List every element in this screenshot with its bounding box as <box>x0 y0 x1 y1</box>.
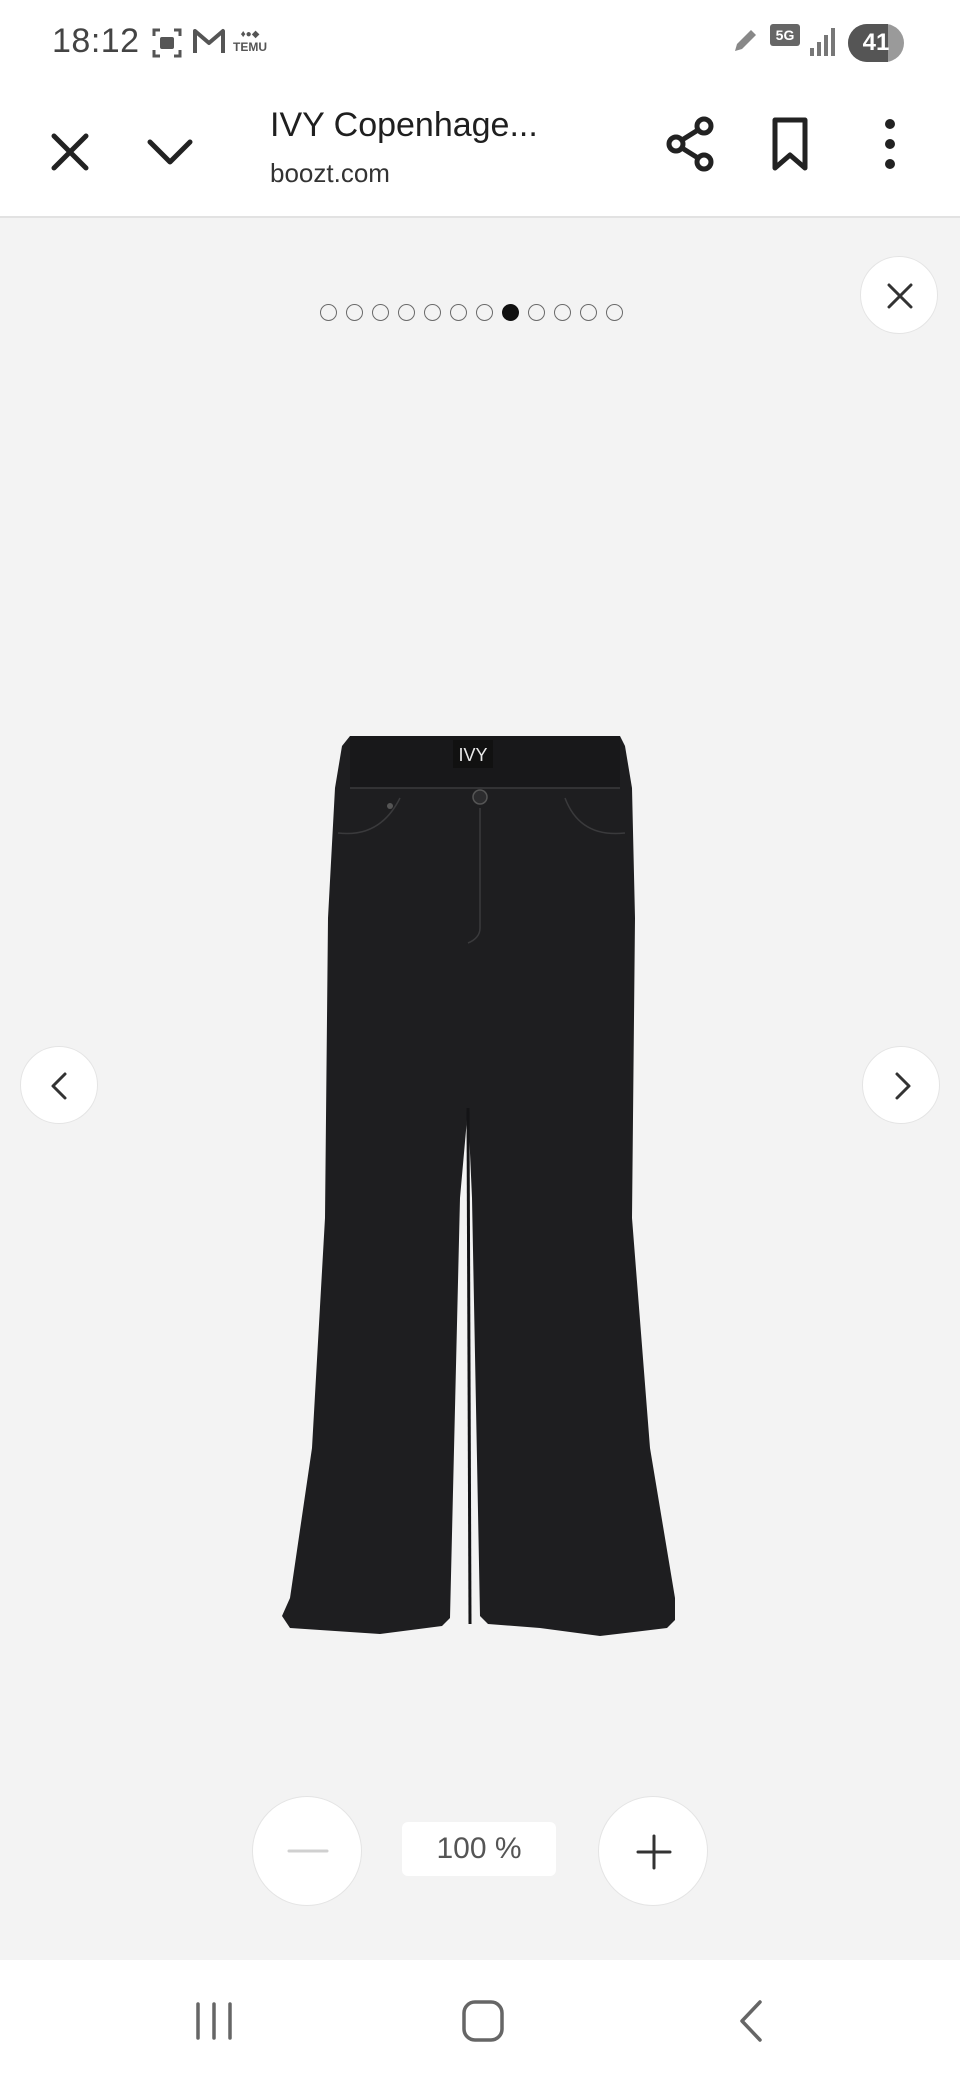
brand-label: IVY <box>458 745 487 765</box>
system-nav-bar <box>0 1960 960 2080</box>
page-title[interactable]: IVY Copenhage... <box>270 106 600 145</box>
next-image-button[interactable] <box>862 1046 940 1124</box>
pagination-dot[interactable] <box>450 304 467 321</box>
zoom-out-button[interactable] <box>252 1796 362 1906</box>
share-icon[interactable] <box>658 112 722 176</box>
screenshot-icon <box>152 28 182 58</box>
previous-image-button[interactable] <box>20 1046 98 1124</box>
bookmark-icon[interactable] <box>758 112 822 176</box>
chevron-down-icon[interactable] <box>138 120 202 184</box>
pagination-dot[interactable] <box>554 304 571 321</box>
more-vert-icon[interactable] <box>858 112 922 176</box>
home-icon[interactable] <box>458 1996 508 2046</box>
page-url[interactable]: boozt.com <box>270 158 390 189</box>
close-icon <box>887 283 913 309</box>
zoom-in-button[interactable] <box>598 1796 708 1906</box>
chevron-left-icon <box>51 1072 67 1100</box>
pagination-dot[interactable] <box>476 304 493 321</box>
pagination-dot[interactable] <box>606 304 623 321</box>
minus-icon <box>287 1849 329 1853</box>
pagination-dot[interactable] <box>528 304 545 321</box>
gmail-icon <box>193 29 225 53</box>
temu-icon: ♦●◆ TEMU <box>233 29 267 54</box>
plus-icon <box>636 1834 672 1870</box>
close-viewer-button[interactable] <box>860 256 938 334</box>
network-5g-icon: 5G <box>770 24 800 46</box>
status-bar: 18:12 ♦●◆ TEMU 5G 41 <box>0 0 960 88</box>
signal-icon <box>810 28 835 56</box>
product-image-jeans[interactable]: IVY <box>270 498 690 1898</box>
pagination-dot[interactable] <box>580 304 597 321</box>
pagination-dot[interactable] <box>320 304 337 321</box>
pagination-dot[interactable] <box>424 304 441 321</box>
pagination-dot[interactable] <box>346 304 363 321</box>
pagination-dot[interactable] <box>398 304 415 321</box>
image-viewer[interactable]: IVY 100 % <box>0 218 960 1960</box>
recent-apps-icon[interactable] <box>188 1998 240 2044</box>
status-time: 18:12 <box>52 22 140 60</box>
zoom-level: 100 % <box>402 1822 556 1876</box>
chevron-right-icon <box>895 1072 911 1100</box>
pagination-dot[interactable] <box>502 304 519 321</box>
close-icon[interactable] <box>38 120 102 184</box>
back-icon[interactable] <box>730 1996 774 2046</box>
pen-icon <box>735 30 756 51</box>
battery-indicator: 41 <box>848 24 904 62</box>
custom-tab-toolbar: IVY Copenhage... boozt.com <box>0 88 960 218</box>
pagination-dot[interactable] <box>372 304 389 321</box>
